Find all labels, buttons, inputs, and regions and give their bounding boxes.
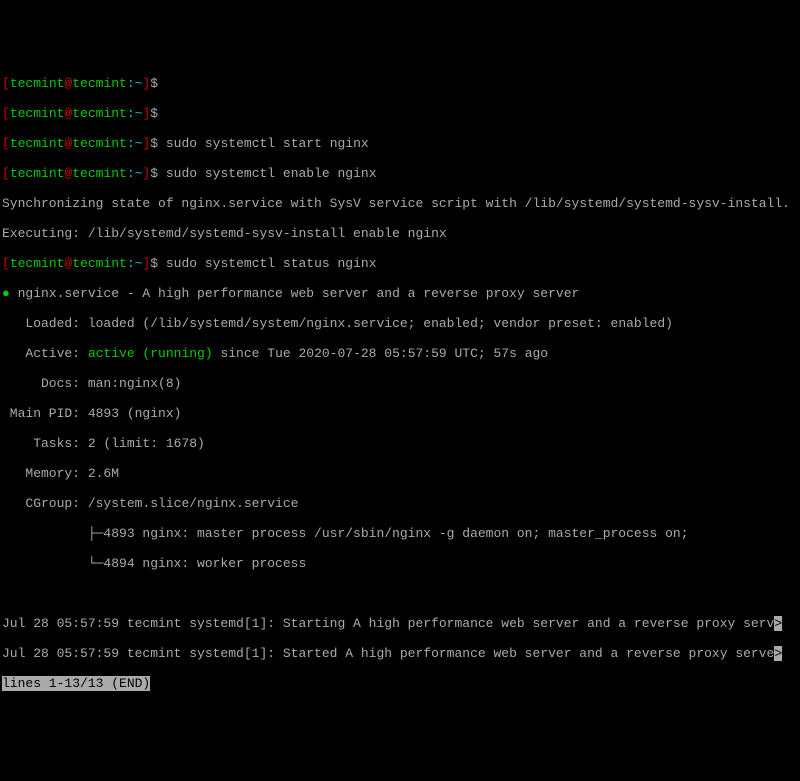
status-tree-1: ├─4893 nginx: master process /usr/sbin/n… xyxy=(2,526,798,541)
status-tasks: Tasks: 2 (limit: 1678) xyxy=(2,436,798,451)
command-start: sudo systemctl start nginx xyxy=(166,136,369,151)
status-title: ● nginx.service - A high performance web… xyxy=(2,286,798,301)
prompt-line-2: [tecmint@tecmint:~]$ xyxy=(2,106,798,121)
status-cgroup: CGroup: /system.slice/nginx.service xyxy=(2,496,798,511)
status-docs: Docs: man:nginx(8) xyxy=(2,376,798,391)
exec-output: Executing: /lib/systemd/systemd-sysv-ins… xyxy=(2,226,798,241)
log-line-2: Jul 28 05:57:59 tecmint systemd[1]: Star… xyxy=(2,646,798,661)
status-loaded: Loaded: loaded (/lib/systemd/system/ngin… xyxy=(2,316,798,331)
command-status: sudo systemctl status nginx xyxy=(166,256,377,271)
prompt-line-1: [tecmint@tecmint:~]$ xyxy=(2,76,798,91)
status-active: Active: active (running) since Tue 2020-… xyxy=(2,346,798,361)
sync-output: Synchronizing state of nginx.service wit… xyxy=(2,196,798,211)
prompt-line-5: [tecmint@tecmint:~]$ sudo systemctl stat… xyxy=(2,256,798,271)
status-pid: Main PID: 4893 (nginx) xyxy=(2,406,798,421)
prompt-line-4: [tecmint@tecmint:~]$ sudo systemctl enab… xyxy=(2,166,798,181)
terminal[interactable]: [tecmint@tecmint:~]$ [tecmint@tecmint:~]… xyxy=(2,61,798,706)
status-bullet-icon: ● xyxy=(2,286,10,301)
blank-line xyxy=(2,586,798,601)
pager-status: lines 1-13/13 (END) xyxy=(2,676,798,691)
log-line-1: Jul 28 05:57:59 tecmint systemd[1]: Star… xyxy=(2,616,798,631)
status-memory: Memory: 2.6M xyxy=(2,466,798,481)
command-enable: sudo systemctl enable nginx xyxy=(166,166,377,181)
status-tree-2: └─4894 nginx: worker process xyxy=(2,556,798,571)
prompt-line-3: [tecmint@tecmint:~]$ sudo systemctl star… xyxy=(2,136,798,151)
